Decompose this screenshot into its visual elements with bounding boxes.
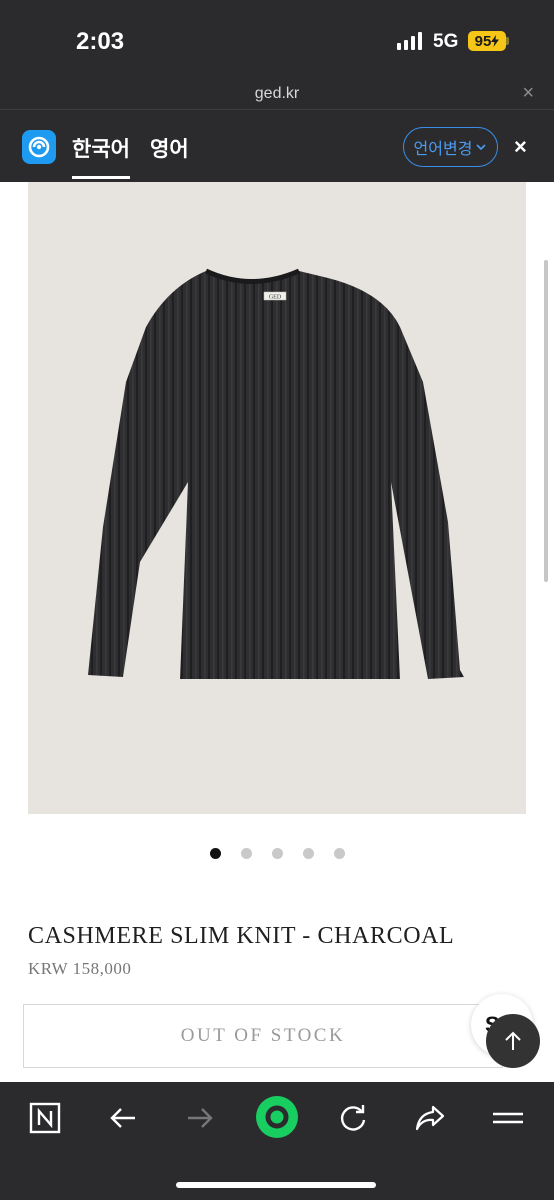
carousel-dot[interactable] <box>241 848 252 859</box>
translate-logo-icon <box>22 130 56 164</box>
change-language-label: 언어변경 <box>413 141 473 158</box>
naver-home-icon <box>29 1102 61 1134</box>
battery-nub <box>506 37 509 45</box>
forward-button[interactable] <box>180 1098 220 1138</box>
battery-icon: 95 <box>468 31 506 51</box>
url-text[interactable]: ged.kr <box>0 85 554 103</box>
carousel-dot[interactable] <box>334 848 345 859</box>
home-indicator <box>176 1182 376 1188</box>
refresh-button[interactable] <box>333 1098 373 1138</box>
share-button[interactable] <box>410 1098 450 1138</box>
bottom-toolbar <box>0 1082 554 1200</box>
green-action-button[interactable] <box>252 1092 302 1142</box>
status-bar: 2:03 5G 95 <box>0 0 554 80</box>
back-arrow-icon <box>110 1108 135 1128</box>
scroll-to-top-button[interactable] <box>486 1014 540 1068</box>
network-type: 5G <box>433 31 459 52</box>
out-of-stock-button[interactable]: OUT OF STOCK <box>23 1004 503 1068</box>
product-image[interactable]: GED <box>28 182 526 814</box>
phone-screen: 2:03 5G 95 ged.kr × 한국어 영어 언어변경 × GED CA… <box>0 0 554 1200</box>
carousel-dots <box>0 848 554 860</box>
charging-bolt-icon <box>491 35 500 47</box>
menu-button[interactable] <box>488 1098 528 1138</box>
sweater-illustration: GED <box>88 268 464 679</box>
forward-arrow-icon <box>188 1108 213 1128</box>
status-time: 2:03 <box>76 28 125 55</box>
url-close-button[interactable]: × <box>522 82 534 105</box>
product-price: KRW 158,000 <box>28 959 132 978</box>
arrow-up-icon <box>505 1031 521 1050</box>
web-page: GED CASHMERE SLIM KNIT - CHARCOAL KRW 15… <box>0 182 554 1082</box>
carousel-dot[interactable] <box>272 848 283 859</box>
scrollbar[interactable] <box>544 260 548 582</box>
green-dot-icon <box>256 1096 298 1138</box>
menu-icon <box>493 1112 523 1124</box>
tab-korean[interactable]: 한국어 <box>72 133 130 179</box>
chevron-down-icon <box>476 144 487 151</box>
garment-label: GED <box>269 295 282 301</box>
tab-english[interactable]: 영어 <box>150 133 189 163</box>
address-bar[interactable]: ged.kr × <box>0 80 554 110</box>
share-icon <box>415 1105 445 1131</box>
carousel-dot[interactable] <box>210 848 221 859</box>
refresh-icon <box>340 1105 366 1131</box>
change-language-button[interactable]: 언어변경 <box>403 127 498 167</box>
battery-level: 95 <box>474 32 492 50</box>
back-button[interactable] <box>103 1098 143 1138</box>
translate-close-button[interactable]: × <box>514 134 527 160</box>
carousel-dot[interactable] <box>303 848 314 859</box>
signal-icon <box>397 32 422 50</box>
translate-bar: 한국어 영어 언어변경 × <box>0 111 554 182</box>
product-title: CASHMERE SLIM KNIT - CHARCOAL <box>28 923 455 949</box>
naver-home-button[interactable] <box>25 1098 65 1138</box>
